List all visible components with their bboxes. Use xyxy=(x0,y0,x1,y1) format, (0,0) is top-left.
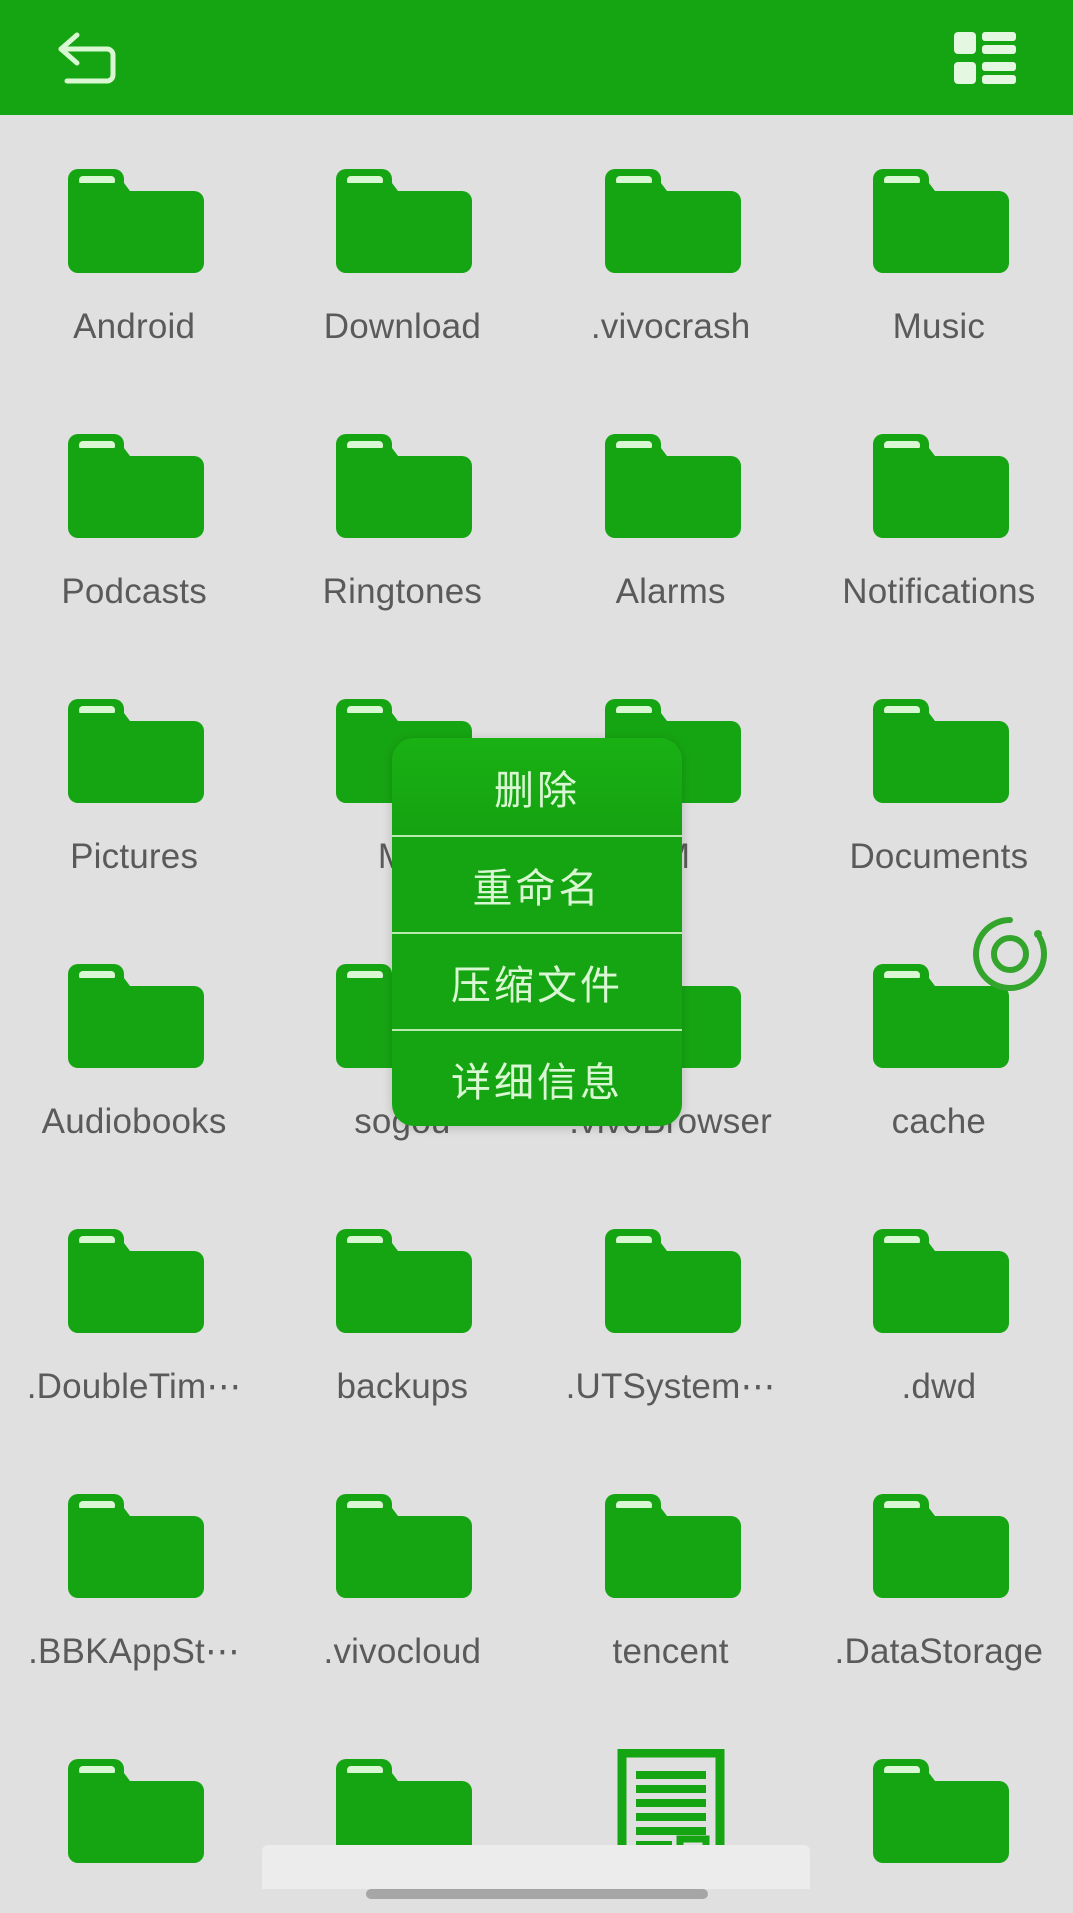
menu-item-details[interactable]: 详细信息 xyxy=(392,1029,682,1126)
file-item-label: .DoubleTim⋯ xyxy=(26,1367,242,1406)
app-header xyxy=(0,0,1073,115)
file-item-label: backups xyxy=(336,1367,469,1406)
folder-icon-wrap xyxy=(859,422,1019,550)
file-item[interactable]: Notifications xyxy=(805,404,1073,669)
folder-icon-wrap xyxy=(322,1217,482,1345)
folder-icon-wrap xyxy=(54,157,214,285)
file-item-label: tencent xyxy=(612,1632,729,1671)
list-view-icon xyxy=(954,31,1016,84)
folder-icon xyxy=(872,964,1009,1068)
file-item-label: Android xyxy=(73,307,196,346)
file-item[interactable]: Audiobooks xyxy=(0,934,268,1199)
file-item-label: cache xyxy=(891,1102,987,1141)
file-item[interactable]: cache xyxy=(805,934,1073,1199)
folder-icon xyxy=(604,1229,741,1333)
file-item-label: Notifications xyxy=(842,572,1036,611)
file-item-label: .dwd xyxy=(901,1367,977,1406)
folder-icon xyxy=(68,169,205,273)
folder-icon-wrap xyxy=(591,1482,751,1610)
file-item-label: Music xyxy=(892,307,986,346)
folder-icon xyxy=(68,1494,205,1598)
folder-icon-wrap xyxy=(591,1217,751,1345)
folder-icon xyxy=(604,1494,741,1598)
folder-icon xyxy=(872,699,1009,803)
file-item[interactable]: Alarms xyxy=(537,404,805,669)
folder-icon xyxy=(68,1229,205,1333)
folder-icon-wrap xyxy=(54,952,214,1080)
menu-item-rename[interactable]: 重命名 xyxy=(392,835,682,932)
file-item[interactable]: .BBKAppSt⋯ xyxy=(0,1464,268,1729)
folder-icon xyxy=(604,434,741,538)
folder-icon xyxy=(336,169,473,273)
file-item[interactable]: Documents xyxy=(805,669,1073,934)
folder-icon xyxy=(872,1759,1009,1863)
folder-icon-wrap xyxy=(54,1747,214,1875)
folder-icon xyxy=(68,699,205,803)
home-indicator[interactable] xyxy=(365,1889,708,1899)
folder-icon-wrap xyxy=(54,1482,214,1610)
context-menu[interactable]: 删除 重命名 压缩文件 详细信息 xyxy=(392,738,682,1126)
view-toggle-button[interactable] xyxy=(935,18,1035,98)
file-item-label: .DataStorage xyxy=(834,1632,1044,1671)
file-item[interactable]: .UTSystem⋯ xyxy=(537,1199,805,1464)
file-item[interactable]: .DataStorage xyxy=(805,1464,1073,1729)
file-item-label: Download xyxy=(323,307,481,346)
folder-icon xyxy=(872,1494,1009,1598)
folder-icon-wrap xyxy=(859,1217,1019,1345)
file-item-label: Podcasts xyxy=(61,572,207,611)
file-item-label: .BBKAppSt⋯ xyxy=(28,1632,241,1671)
folder-icon-wrap xyxy=(54,687,214,815)
folder-icon xyxy=(872,169,1009,273)
folder-icon-wrap xyxy=(591,422,751,550)
folder-icon-wrap xyxy=(859,952,1019,1080)
file-item-label: .vivocrash xyxy=(590,307,751,346)
folder-icon-wrap xyxy=(54,1217,214,1345)
bottom-sheet-edge xyxy=(262,1845,810,1889)
folder-icon xyxy=(68,964,205,1068)
folder-icon-wrap xyxy=(322,157,482,285)
file-item[interactable]: Podcasts xyxy=(0,404,268,669)
file-item-label: Alarms xyxy=(615,572,726,611)
menu-item-compress[interactable]: 压缩文件 xyxy=(392,932,682,1029)
file-item-label: Documents xyxy=(849,837,1029,876)
folder-icon xyxy=(336,1229,473,1333)
folder-icon xyxy=(604,169,741,273)
back-arrow-icon xyxy=(58,32,116,83)
file-item[interactable]: .dwd xyxy=(805,1199,1073,1464)
folder-icon-wrap xyxy=(591,157,751,285)
file-item-label: .UTSystem⋯ xyxy=(565,1367,776,1406)
file-item[interactable] xyxy=(0,1729,268,1913)
file-item[interactable]: .DoubleTim⋯ xyxy=(0,1199,268,1464)
file-item[interactable]: Music xyxy=(805,139,1073,404)
file-item[interactable]: .vivocrash xyxy=(537,139,805,404)
back-button[interactable] xyxy=(38,18,138,98)
folder-icon xyxy=(68,1759,205,1863)
folder-icon xyxy=(68,434,205,538)
folder-icon-wrap xyxy=(859,1747,1019,1875)
folder-icon-wrap xyxy=(859,1482,1019,1610)
file-item[interactable]: tencent xyxy=(537,1464,805,1729)
menu-item-delete[interactable]: 删除 xyxy=(392,738,682,835)
file-item[interactable]: .vivocloud xyxy=(268,1464,536,1729)
file-item[interactable] xyxy=(805,1729,1073,1913)
file-item-label: Ringtones xyxy=(322,572,483,611)
folder-icon-wrap xyxy=(54,422,214,550)
file-item[interactable]: backups xyxy=(268,1199,536,1464)
folder-icon-wrap xyxy=(859,157,1019,285)
file-manager-screen: Android Download .vivocrash Music Podcas… xyxy=(0,0,1073,1913)
folder-icon-wrap xyxy=(322,1482,482,1610)
folder-icon-wrap xyxy=(322,422,482,550)
file-item-label: Pictures xyxy=(70,837,199,876)
folder-icon xyxy=(872,1229,1009,1333)
file-item[interactable]: Pictures xyxy=(0,669,268,934)
file-item[interactable]: Android xyxy=(0,139,268,404)
folder-icon xyxy=(336,434,473,538)
folder-icon xyxy=(872,434,1009,538)
file-item-label: .vivocloud xyxy=(323,1632,482,1671)
folder-icon-wrap xyxy=(859,687,1019,815)
file-item-label: Audiobooks xyxy=(41,1102,227,1141)
file-item[interactable]: Ringtones xyxy=(268,404,536,669)
file-item[interactable]: Download xyxy=(268,139,536,404)
folder-icon xyxy=(336,1494,473,1598)
